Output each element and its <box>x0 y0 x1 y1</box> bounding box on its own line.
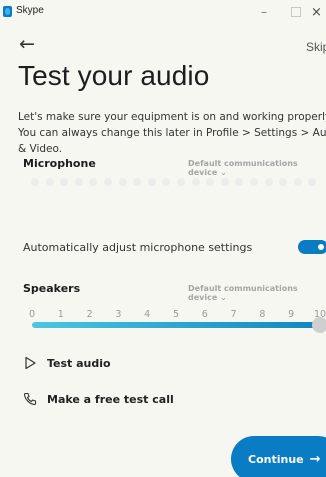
mic-level-dot <box>162 178 171 186</box>
mic-level-dot <box>191 178 200 186</box>
minimize-button[interactable]: – <box>248 1 280 23</box>
volume-tick-label: 0 <box>28 309 36 320</box>
minimize-icon: – <box>261 5 267 19</box>
maximize-icon <box>291 7 301 17</box>
mic-level-dot <box>308 178 317 186</box>
volume-slider-track[interactable] <box>32 322 326 328</box>
play-icon <box>25 356 36 370</box>
volume-tick-label: 6 <box>201 309 208 320</box>
app-title: Skype <box>16 5 44 16</box>
chevron-down-icon: ⌄ <box>220 168 227 177</box>
mic-level-dot <box>293 178 302 186</box>
microphone-device-select[interactable]: Default communications device ⌄ <box>188 159 326 177</box>
microphone-device-value: Default communications device <box>188 159 298 177</box>
back-arrow-icon[interactable]: ← <box>19 35 35 54</box>
mic-level-dot <box>45 178 54 186</box>
auto-adjust-label: Automatically adjust microphone settings <box>23 241 253 254</box>
page-title: Test your audio <box>18 60 210 91</box>
speakers-device-value: Default communications device <box>188 284 298 302</box>
continue-label: Continue <box>248 452 304 466</box>
mic-level-dot <box>89 178 98 186</box>
mic-level-dot <box>177 178 185 186</box>
mic-level-dot <box>104 178 112 186</box>
mic-level-dot <box>31 178 39 186</box>
skype-logo-icon <box>3 6 12 17</box>
mic-level-dot <box>235 178 244 186</box>
mic-level-dot <box>74 178 83 186</box>
microphone-level-meter <box>31 178 326 188</box>
close-button[interactable]: × <box>306 1 326 23</box>
test-audio-button[interactable]: Test audio <box>23 356 111 370</box>
toggle-knob <box>318 244 324 250</box>
volume-slider-thumb[interactable] <box>312 317 326 333</box>
mic-level-dot <box>264 178 273 186</box>
volume-tick-label: 1 <box>57 309 64 320</box>
speakers-label: Speakers <box>23 282 81 295</box>
free-test-call-label: Make a free test call <box>47 392 174 406</box>
microphone-label: Microphone <box>23 157 96 170</box>
title-bar: Skype – × <box>0 0 326 24</box>
volume-scale: 0 1 2 3 4 5 6 7 8 9 10 <box>0 309 326 323</box>
phone-icon <box>23 392 37 406</box>
volume-tick-label: 2 <box>86 309 93 320</box>
speakers-device-select[interactable]: Default communications device ⌄ <box>188 284 326 302</box>
volume-tick-label: 3 <box>115 309 122 320</box>
volume-tick-label: 7 <box>230 309 237 320</box>
mic-level-dot <box>118 178 127 186</box>
intro-text: Let's make sure your equipment is on and… <box>18 111 326 155</box>
mic-level-dot <box>206 178 215 186</box>
skype-window: Skype – × ← Skip Test your audio Let's m… <box>0 0 326 477</box>
volume-tick-label: 5 <box>172 309 180 320</box>
skip-button[interactable]: Skip <box>306 40 326 54</box>
auto-adjust-toggle[interactable] <box>298 240 326 254</box>
mic-level-dot <box>133 178 142 186</box>
mic-level-dot <box>250 178 258 186</box>
mic-level-dot <box>60 178 69 186</box>
chevron-down-icon: ⌄ <box>220 293 227 302</box>
close-icon: × <box>311 4 322 20</box>
mic-level-dot <box>147 178 156 186</box>
volume-tick-label: 9 <box>288 309 295 320</box>
continue-button[interactable]: Continue → <box>231 436 326 477</box>
volume-tick-label: 8 <box>259 309 266 320</box>
volume-tick-label: 4 <box>144 309 151 320</box>
mic-level-dot <box>220 178 229 186</box>
arrow-right-icon: → <box>309 451 321 467</box>
test-audio-label: Test audio <box>47 356 111 370</box>
free-test-call-button[interactable]: Make a free test call <box>23 392 174 406</box>
mic-level-dot <box>279 178 288 186</box>
